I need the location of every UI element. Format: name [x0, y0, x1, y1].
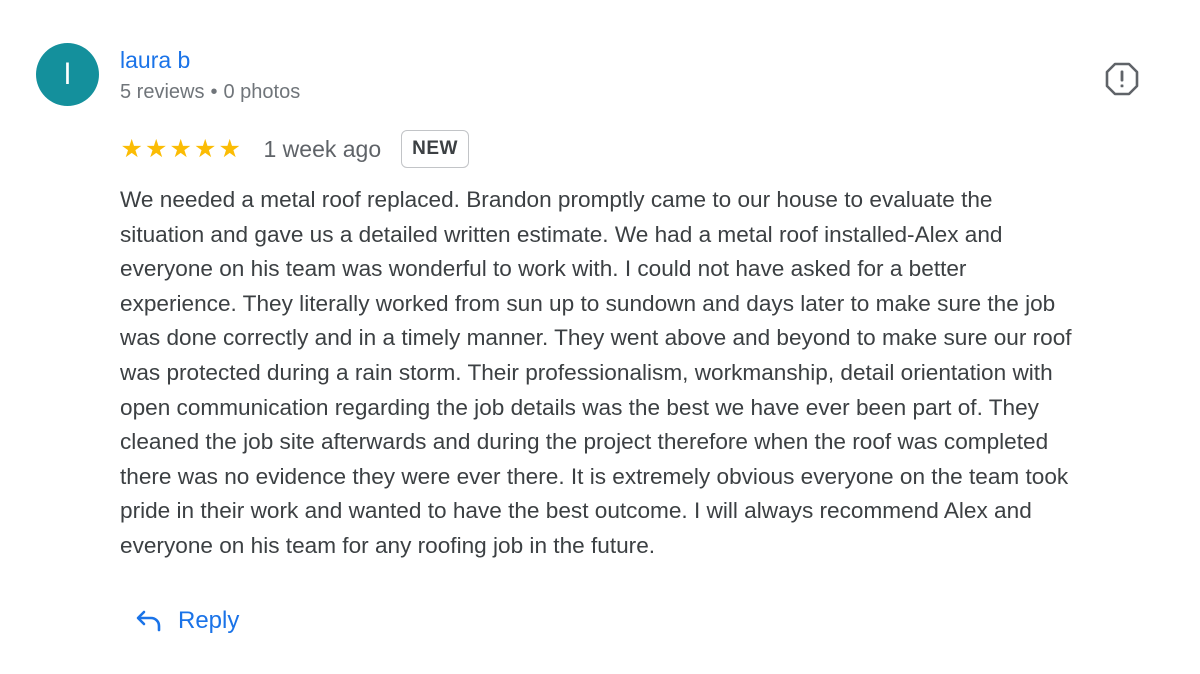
- review-text-line: situation and gave us a detailed written…: [120, 221, 1003, 247]
- star-filled-icon: ★: [194, 134, 217, 163]
- meta-separator: •: [210, 81, 218, 103]
- reviewer-meta: 5 reviews • 0 photos: [120, 79, 300, 105]
- review-text-line: everyone on his team was wonderful to wo…: [120, 256, 967, 282]
- review-text-line: was done correctly and in a timely manne…: [120, 325, 1072, 351]
- reply-arrow-icon: [136, 610, 161, 632]
- photo-count: 0 photos: [223, 81, 301, 103]
- review-text: We needed a metal roof replaced. Brandon…: [120, 183, 1180, 564]
- review-count: 5 reviews: [120, 81, 205, 103]
- star-filled-icon: ★: [169, 134, 192, 163]
- star-filled-icon: ★: [120, 134, 143, 163]
- reply-button[interactable]: Reply: [134, 606, 239, 636]
- review-text-line: We needed a metal roof replaced. Brandon…: [120, 187, 993, 212]
- review-text-line: experience. They literally worked from s…: [120, 290, 1056, 316]
- avatar[interactable]: l: [36, 43, 99, 106]
- review-text-line: open communication regarding the job det…: [120, 394, 1039, 420]
- reply-label: Reply: [178, 607, 240, 634]
- review-time: 1 week ago: [263, 135, 382, 162]
- rating-row: ★ ★ ★ ★ ★ 1 week ago NEW: [120, 128, 469, 170]
- review-text-line: was protected during a rain storm. Their…: [120, 359, 1053, 385]
- star-rating: ★ ★ ★ ★ ★: [120, 134, 242, 163]
- report-flag-icon: [1105, 62, 1139, 96]
- reviewer-name-link[interactable]: laura b: [120, 46, 190, 74]
- star-filled-icon: ★: [218, 134, 241, 163]
- star-filled-icon: ★: [145, 134, 168, 163]
- review-text-line: pride in their work and wanted to have t…: [120, 498, 1032, 524]
- new-badge: NEW: [401, 130, 469, 168]
- report-review-button[interactable]: [1104, 61, 1140, 97]
- review-text-line: there was no evidence they were ever the…: [120, 463, 1069, 489]
- review-text-line: everyone on his team for any roofing job…: [120, 532, 656, 558]
- review-text-line: cleaned the job site afterwards and duri…: [120, 429, 1049, 455]
